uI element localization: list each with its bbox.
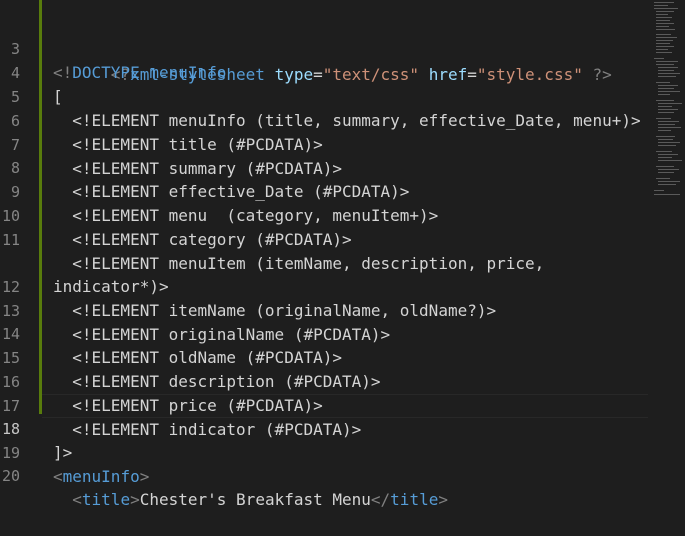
minimap-line <box>658 145 676 146</box>
minimap-line <box>658 130 671 131</box>
minimap-line <box>656 136 675 137</box>
minimap-line <box>658 73 680 74</box>
minimap-line <box>658 121 679 122</box>
minimap-line <box>658 169 679 170</box>
minimap-line <box>656 61 678 62</box>
minimap-line <box>656 23 674 24</box>
code-line-wrapped[interactable]: indicator*)> <box>0 228 650 296</box>
minimap-line <box>658 106 672 107</box>
minimap-line <box>656 82 670 83</box>
code-line[interactable]: 9 <!ELEMENT menu (category, menuItem+)> <box>0 157 650 226</box>
minimap-line <box>654 58 664 59</box>
minimap-line <box>656 118 671 119</box>
minimap-line <box>658 88 674 89</box>
minimap-line <box>658 112 674 113</box>
minimap-line <box>656 29 675 30</box>
code-line-current[interactable]: 18 ]> <box>0 394 650 463</box>
minimap-line <box>658 94 670 95</box>
code-line[interactable]: 6 <!ELEMENT title (#PCDATA)> <box>0 86 650 155</box>
code-line[interactable]: 14 <!ELEMENT oldName (#PCDATA)> <box>0 299 650 368</box>
minimap-line <box>656 37 677 38</box>
code-line[interactable]: 10 <!ELEMENT category (#PCDATA)> <box>0 181 650 250</box>
minimap-line <box>658 157 672 158</box>
code-line[interactable]: 15 <!ELEMENT description (#PCDATA)> <box>0 323 650 392</box>
code-line[interactable]: 3 <!DOCTYPE menuInfo <box>0 14 650 83</box>
minimap-line <box>658 76 676 77</box>
minimap-line <box>658 91 680 92</box>
code-text[interactable]: <title>Chester's Breakfast Menu</title> <box>53 488 448 512</box>
minimap-line <box>658 67 678 68</box>
minimap-line <box>656 20 670 21</box>
minimap-line <box>654 8 678 9</box>
minimap-line <box>656 166 674 167</box>
minimap-line <box>656 151 672 152</box>
minimap-line <box>656 64 674 65</box>
minimap-line <box>656 40 673 41</box>
code-line[interactable]: 19 <menuInfo> <box>0 418 650 487</box>
minimap-line <box>658 103 682 104</box>
code-line[interactable]: 12 <!ELEMENT itemName (originalName, old… <box>0 252 650 321</box>
minimap-line <box>658 124 675 125</box>
minimap-line <box>658 154 678 155</box>
minimap-line <box>656 49 668 50</box>
minimap-line <box>658 184 676 185</box>
line-number: 20 <box>1 466 20 485</box>
minimap-line <box>656 43 670 44</box>
minimap-line <box>654 194 680 195</box>
minimap-line <box>658 142 680 143</box>
minimap-line <box>656 11 674 12</box>
code-line[interactable]: 16 <!ELEMENT price (#PCDATA)> <box>0 347 650 416</box>
code-line[interactable]: 11 <!ELEMENT menuItem (itemName, descrip… <box>0 205 650 274</box>
minimap-line <box>658 139 673 140</box>
code-line[interactable]: 13 <!ELEMENT originalName (#PCDATA)> <box>0 276 650 345</box>
code-line[interactable]: 8 <!ELEMENT effective_Date (#PCDATA)> <box>0 133 650 202</box>
minimap-line <box>658 172 674 173</box>
minimap-line <box>658 160 682 161</box>
minimap-line <box>658 70 674 71</box>
minimap-line <box>656 52 672 53</box>
minimap-line <box>654 190 664 191</box>
minimap-line <box>656 46 674 47</box>
minimap-line <box>656 17 672 18</box>
minimap-line <box>656 100 674 101</box>
code-text[interactable]: <menuInfo> <box>53 465 149 489</box>
minimap-line <box>654 2 674 3</box>
minimap[interactable] <box>648 0 685 460</box>
minimap-line <box>654 5 668 6</box>
code-line[interactable]: 5 <!ELEMENT menuInfo (title, summary, ef… <box>0 62 650 131</box>
minimap-line <box>658 109 678 110</box>
code-line[interactable]: 20 <title>Chester's Breakfast Menu</titl… <box>0 441 650 510</box>
code-line[interactable]: 17 <!ELEMENT indicator (#PCDATA)> <box>0 371 650 440</box>
code-line[interactable]: 4 [ <box>0 38 650 107</box>
minimap-line <box>658 85 678 86</box>
minimap-line <box>658 127 681 128</box>
minimap-line <box>658 181 680 182</box>
code-line[interactable]: 7 <!ELEMENT summary (#PCDATA)> <box>0 110 650 179</box>
minimap-line <box>656 178 670 179</box>
minimap-line <box>656 14 668 15</box>
code-editor[interactable]: <?xml-stylesheet type="text/css" href="s… <box>0 0 685 509</box>
minimap-line <box>656 26 669 27</box>
minimap-line <box>656 34 671 35</box>
